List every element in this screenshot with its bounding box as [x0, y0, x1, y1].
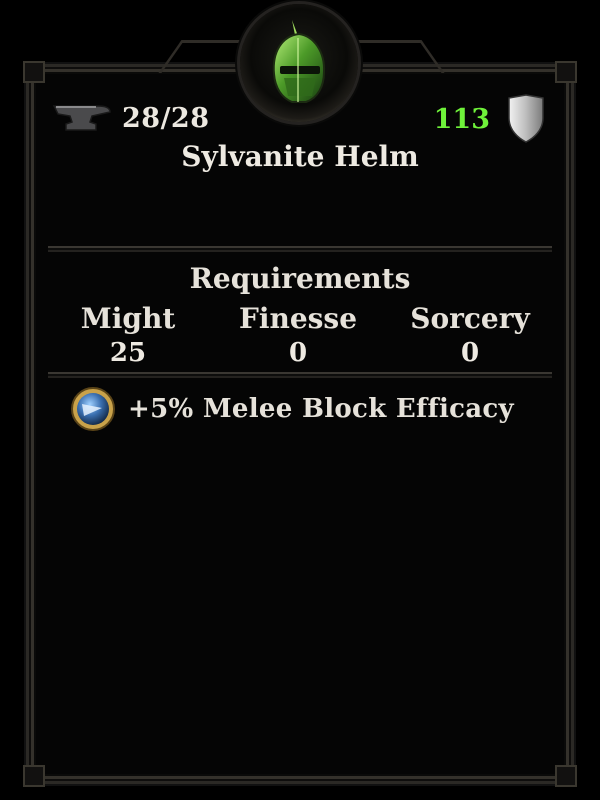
item-name: Sylvanite Helm — [181, 140, 419, 173]
requirement-might: Might 25 — [48, 300, 208, 368]
requirements-title: Requirements — [189, 262, 411, 295]
green-helmet-icon — [272, 20, 326, 103]
frame-corner — [23, 765, 45, 787]
durability-value: 28/28 — [122, 102, 210, 134]
armor-display: 113 — [434, 94, 546, 144]
frame-corner — [23, 61, 45, 83]
requirement-label: Finesse — [238, 302, 358, 335]
requirement-value: 0 — [288, 338, 308, 368]
requirement-value: 0 — [460, 338, 480, 368]
frame-corner — [555, 61, 577, 83]
bonus-row: +5% Melee Block Efficacy — [70, 386, 514, 432]
requirement-label: Sorcery — [410, 302, 530, 335]
item-icon-medallion — [240, 4, 358, 122]
requirement-label: Might — [80, 302, 176, 335]
frame-corner — [555, 765, 577, 787]
durability-display: 28/28 — [50, 98, 210, 138]
requirement-finesse: Finesse 0 — [218, 300, 378, 368]
divider — [48, 246, 552, 252]
anvil-icon — [52, 105, 111, 131]
armor-value: 113 — [433, 103, 490, 135]
bonus-text: +5% Melee Block Efficacy — [128, 394, 514, 424]
block-efficacy-orb-icon — [71, 387, 115, 431]
shield-icon — [508, 94, 544, 143]
divider — [48, 372, 552, 378]
requirement-sorcery: Sorcery 0 — [390, 300, 550, 368]
requirement-value: 25 — [109, 338, 147, 368]
